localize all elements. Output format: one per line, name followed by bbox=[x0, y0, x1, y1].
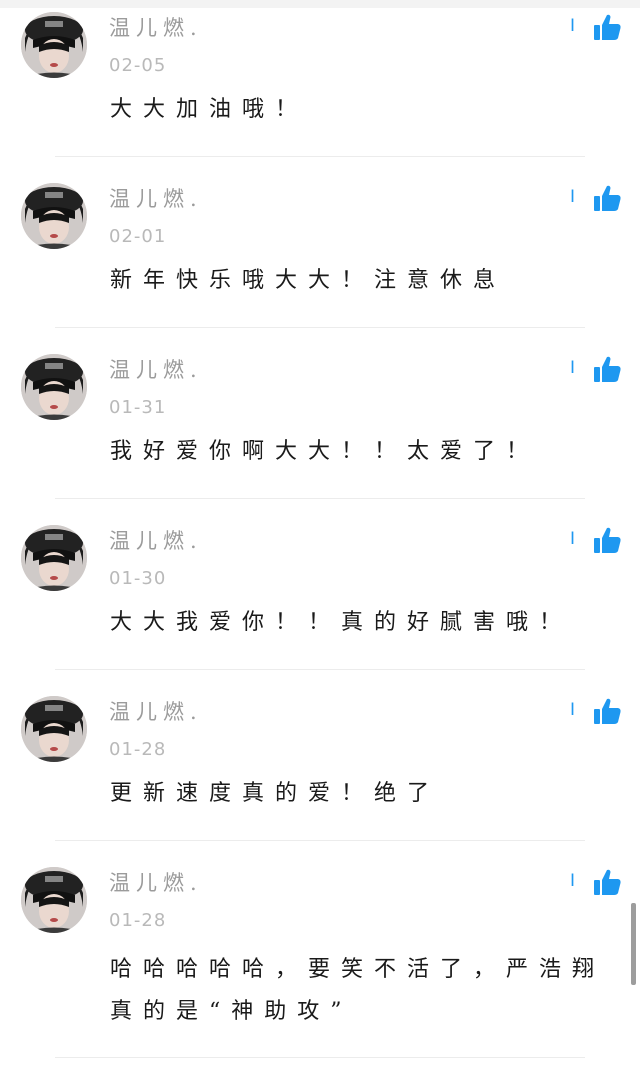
comment-divider bbox=[55, 669, 585, 670]
thumbs-up-icon[interactable] bbox=[592, 525, 622, 555]
username[interactable]: 温儿燃. bbox=[109, 696, 203, 726]
avatar[interactable] bbox=[21, 183, 87, 249]
top-status-strip bbox=[0, 0, 640, 8]
comment-text: 新年快乐哦大大！注意休息 bbox=[110, 268, 507, 293]
comment-divider bbox=[55, 1057, 585, 1058]
like-count: I bbox=[570, 871, 576, 891]
comment-date: 02-05 bbox=[109, 55, 167, 76]
like-count: I bbox=[570, 700, 576, 720]
avatar[interactable] bbox=[21, 354, 87, 420]
username[interactable]: 温儿燃. bbox=[109, 12, 203, 42]
comment-text: 哈哈哈哈哈，要笑不活了，严浩翔真的是“神助攻” bbox=[110, 957, 606, 1024]
avatar-image bbox=[21, 183, 87, 249]
avatar-image bbox=[21, 696, 87, 762]
avatar-image bbox=[21, 12, 87, 78]
avatar[interactable] bbox=[21, 12, 87, 78]
thumbs-up-icon[interactable] bbox=[592, 354, 622, 384]
comment-date: 01-28 bbox=[109, 739, 167, 760]
comment-divider bbox=[55, 840, 585, 841]
avatar[interactable] bbox=[21, 867, 87, 933]
like-count: I bbox=[570, 529, 576, 549]
username[interactable]: 温儿燃. bbox=[109, 183, 203, 213]
like-count: I bbox=[570, 358, 576, 378]
avatar-image bbox=[21, 354, 87, 420]
comment-text: 大大我爱你！！真的好腻害哦！ bbox=[110, 610, 573, 635]
avatar-image bbox=[21, 525, 87, 591]
comment-divider bbox=[55, 327, 585, 328]
comment-date: 01-30 bbox=[109, 568, 167, 589]
thumbs-up-icon[interactable] bbox=[592, 12, 622, 42]
comment-text: 我好爱你啊大大！！太爱了！ bbox=[110, 439, 540, 464]
avatar-image bbox=[21, 867, 87, 933]
thumbs-up-icon[interactable] bbox=[592, 696, 622, 726]
comment-text: 更新速度真的爱！绝了 bbox=[110, 781, 441, 806]
comment-text: 大大加油哦！ bbox=[110, 97, 309, 122]
like-count: I bbox=[570, 16, 576, 36]
comment-date: 02-01 bbox=[109, 226, 167, 247]
username[interactable]: 温儿燃. bbox=[109, 867, 203, 897]
comment-divider bbox=[55, 498, 585, 499]
comment-divider bbox=[55, 156, 585, 157]
thumbs-up-icon[interactable] bbox=[592, 183, 622, 213]
username[interactable]: 温儿燃. bbox=[109, 354, 203, 384]
comment-date: 01-31 bbox=[109, 397, 167, 418]
avatar[interactable] bbox=[21, 696, 87, 762]
like-count: I bbox=[570, 187, 576, 207]
avatar[interactable] bbox=[21, 525, 87, 591]
username[interactable]: 温儿燃. bbox=[109, 525, 203, 555]
thumbs-up-icon[interactable] bbox=[592, 867, 622, 897]
scrollbar[interactable] bbox=[631, 903, 636, 985]
comment-date: 01-28 bbox=[109, 910, 167, 931]
